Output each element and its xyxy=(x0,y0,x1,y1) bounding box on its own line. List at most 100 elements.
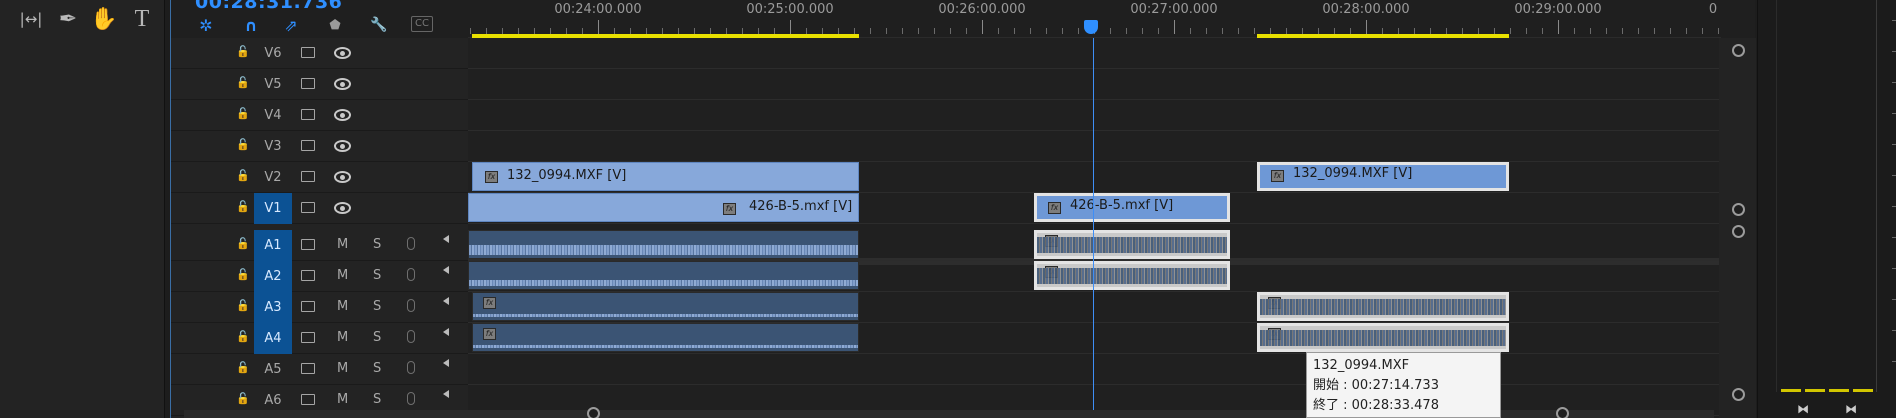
expand-triangle-icon[interactable] xyxy=(443,266,449,274)
expand-triangle-icon[interactable] xyxy=(443,390,449,398)
add-marker-icon[interactable]: ⬟ xyxy=(324,14,346,36)
lock-icon[interactable]: 🔓 xyxy=(236,300,250,312)
track-name[interactable]: A4 xyxy=(254,323,292,354)
solo-button[interactable]: S xyxy=(373,330,381,345)
sync-lock-icon[interactable] xyxy=(301,270,315,281)
track-name[interactable]: V4 xyxy=(254,100,292,131)
sync-lock-icon[interactable] xyxy=(301,239,315,250)
sync-lock-icon[interactable] xyxy=(301,202,315,213)
mute-button[interactable]: M xyxy=(337,237,348,252)
expand-triangle-icon[interactable] xyxy=(443,328,449,336)
vertical-scroll-gutter[interactable] xyxy=(1719,38,1756,418)
audio-clip[interactable]: fx xyxy=(472,323,859,352)
audio-clip-selected[interactable]: fx xyxy=(1034,230,1230,259)
lane-v6[interactable] xyxy=(468,38,1721,69)
pen-tool-icon[interactable]: ✒ xyxy=(53,4,83,34)
time-ruler[interactable]: 00:24:00.000 00:25:00.000 00:26:00.000 0… xyxy=(468,0,1721,38)
mute-button[interactable]: M xyxy=(337,330,348,345)
sync-lock-icon[interactable] xyxy=(301,363,315,374)
track-name[interactable]: A2 xyxy=(254,261,292,292)
audio-clip-selected[interactable]: fx xyxy=(1034,261,1230,290)
solo-button[interactable]: S xyxy=(373,237,381,252)
sync-lock-icon[interactable] xyxy=(301,109,315,120)
sync-lock-icon[interactable] xyxy=(301,394,315,405)
sync-lock-icon[interactable] xyxy=(301,332,315,343)
mic-icon[interactable] xyxy=(407,237,415,250)
captions-button[interactable]: CC xyxy=(411,16,433,32)
mute-button[interactable]: M xyxy=(337,392,348,407)
vscroll-bottom-knob[interactable] xyxy=(1732,203,1745,216)
video-clip[interactable]: fx 132_0994.MXF [V] xyxy=(472,162,859,191)
lock-icon[interactable]: 🔓 xyxy=(236,269,250,281)
mic-icon[interactable] xyxy=(407,330,415,343)
track-name[interactable]: V6 xyxy=(254,38,292,69)
nest-sequence-icon[interactable]: ✲ xyxy=(195,14,217,36)
lane-v4[interactable] xyxy=(468,100,1721,131)
track-name[interactable]: A3 xyxy=(254,292,292,323)
expand-triangle-icon[interactable] xyxy=(443,235,449,243)
playhead-handle[interactable] xyxy=(1084,20,1098,34)
lock-icon[interactable]: 🔓 xyxy=(236,393,250,405)
hscroll-right-knob[interactable] xyxy=(1556,407,1569,418)
mic-icon[interactable] xyxy=(407,268,415,281)
hscroll-left-knob[interactable] xyxy=(587,407,600,418)
lane-v5[interactable] xyxy=(468,69,1721,100)
lock-icon[interactable]: 🔓 xyxy=(236,170,250,182)
lane-a5[interactable] xyxy=(468,354,1721,385)
audio-clip-selected[interactable]: fx xyxy=(1257,292,1509,321)
solo-button[interactable]: S xyxy=(373,361,381,376)
sync-lock-icon[interactable] xyxy=(301,301,315,312)
audio-clip[interactable]: fx xyxy=(472,292,859,321)
track-name[interactable]: V3 xyxy=(254,131,292,162)
audio-clip-selected[interactable]: fx xyxy=(1257,323,1509,352)
linked-selection-icon[interactable]: ⇗ xyxy=(280,14,302,36)
playhead-line[interactable] xyxy=(1093,38,1094,418)
track-area[interactable]: fx 132_0994.MXF [V] fx 426-B-5.mxf [V] f… xyxy=(468,38,1721,418)
solo-meter-left-icon[interactable]: ⧓ xyxy=(1794,402,1812,416)
eye-icon[interactable] xyxy=(334,78,351,90)
lock-icon[interactable]: 🔓 xyxy=(236,238,250,250)
lock-icon[interactable]: 🔓 xyxy=(236,46,250,58)
track-name[interactable]: V2 xyxy=(254,162,292,193)
track-name[interactable]: V5 xyxy=(254,69,292,100)
type-tool-icon[interactable]: T xyxy=(127,4,157,34)
solo-button[interactable]: S xyxy=(373,392,381,407)
vscroll-top-knob[interactable] xyxy=(1732,44,1745,57)
audio-clip[interactable] xyxy=(468,261,859,290)
video-clip-selected[interactable]: fx 132_0994.MXF [V] xyxy=(1257,162,1509,191)
solo-button[interactable]: S xyxy=(373,268,381,283)
video-clip-selected[interactable]: fx 426-B-5.mxf [V] xyxy=(1034,193,1230,222)
mic-icon[interactable] xyxy=(407,361,415,374)
lock-icon[interactable]: 🔓 xyxy=(236,108,250,120)
lock-icon[interactable]: 🔓 xyxy=(236,362,250,374)
lock-icon[interactable]: 🔓 xyxy=(236,331,250,343)
track-name[interactable]: A5 xyxy=(254,354,292,385)
track-name[interactable]: V1 xyxy=(254,193,292,224)
track-name[interactable]: A1 xyxy=(254,230,292,261)
sync-lock-icon[interactable] xyxy=(301,78,315,89)
eye-icon[interactable] xyxy=(334,202,351,214)
hand-tool-icon[interactable]: ✋ xyxy=(89,4,119,34)
settings-wrench-icon[interactable]: 🔧 xyxy=(368,14,390,36)
video-clip[interactable]: fx 426-B-5.mxf [V] xyxy=(468,193,859,222)
mic-icon[interactable] xyxy=(407,392,415,405)
sync-lock-icon[interactable] xyxy=(301,47,315,58)
lock-icon[interactable]: 🔓 xyxy=(236,201,250,213)
mic-icon[interactable] xyxy=(407,299,415,312)
vscroll-bottom-knob[interactable] xyxy=(1732,388,1745,401)
sync-lock-icon[interactable] xyxy=(301,171,315,182)
timecode-display[interactable]: 00:28:31.736 xyxy=(195,0,342,13)
expand-triangle-icon[interactable] xyxy=(443,359,449,367)
mute-button[interactable]: M xyxy=(337,268,348,283)
audio-clip[interactable] xyxy=(468,230,859,259)
sync-lock-icon[interactable] xyxy=(301,140,315,151)
mute-button[interactable]: M xyxy=(337,361,348,376)
eye-icon[interactable] xyxy=(334,109,351,121)
mute-button[interactable]: M xyxy=(337,299,348,314)
eye-icon[interactable] xyxy=(334,171,351,183)
eye-icon[interactable] xyxy=(334,47,351,59)
eye-icon[interactable] xyxy=(334,140,351,152)
solo-button[interactable]: S xyxy=(373,299,381,314)
solo-meter-right-icon[interactable]: ⧓ xyxy=(1842,402,1860,416)
lock-icon[interactable]: 🔓 xyxy=(236,139,250,151)
